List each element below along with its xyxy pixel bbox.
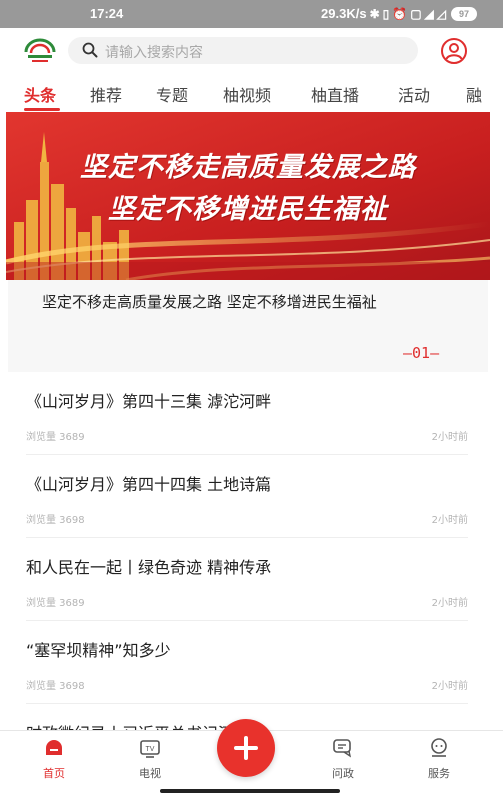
tab-videos[interactable]: 柚视频	[223, 82, 271, 106]
active-tab-indicator	[24, 108, 60, 111]
sim-icon: ▢	[410, 6, 422, 21]
news-views: 浏览量 3698	[26, 515, 85, 526]
tab-recommend[interactable]: 推荐	[90, 82, 122, 106]
news-time: 2小时前	[431, 515, 468, 526]
news-time: 2小时前	[431, 681, 468, 692]
news-item[interactable]: 和人民在一起丨绿色奇迹 精神传承 浏览量 3689 2小时前	[26, 538, 468, 621]
news-title: 《山河岁月》第四十四集 土地诗篇	[26, 475, 272, 494]
nav-tv-label: 电视	[139, 767, 161, 780]
bottom-navigation: 首页 TV 电视 问政 服务	[0, 719, 503, 802]
search-input[interactable]: 请输入搜索内容	[68, 37, 418, 64]
alarm-icon: ⏰	[392, 6, 408, 21]
news-views: 浏览量 3689	[26, 598, 85, 609]
nav-inquiry-label: 问政	[332, 767, 354, 780]
bluetooth-icon: ✱	[369, 6, 380, 21]
banner-caption-box[interactable]: 坚定不移走高质量发展之路 坚定不移增进民生福祉 —01—	[8, 280, 488, 372]
tab-activities[interactable]: 活动	[398, 82, 430, 106]
app-logo-icon[interactable]	[22, 36, 58, 66]
news-title: 和人民在一起丨绿色奇迹 精神传承	[26, 558, 272, 577]
status-time: 17:24	[90, 6, 124, 21]
publish-button[interactable]	[217, 719, 275, 777]
tab-headlines[interactable]: 头条	[24, 82, 56, 106]
news-views: 浏览量 3689	[26, 432, 85, 443]
plus-icon	[234, 736, 258, 760]
user-profile-icon[interactable]	[440, 37, 468, 65]
top-bar: 请输入搜索内容	[0, 28, 503, 72]
nav-home-label: 首页	[43, 767, 65, 780]
battery-icon: 97	[451, 6, 477, 21]
tab-topics[interactable]: 专题	[156, 82, 188, 106]
chat-icon	[333, 739, 352, 758]
vibrate-icon: ▯	[382, 6, 390, 21]
tv-icon: TV	[140, 740, 160, 758]
banner-page-indicator: —01—	[403, 344, 440, 362]
news-time: 2小时前	[431, 598, 468, 609]
status-indicators: 29.3K/s ✱ ▯ ⏰ ▢ ◢ ◿ 97	[321, 6, 477, 21]
tab-live[interactable]: 柚直播	[311, 82, 359, 106]
news-time: 2小时前	[431, 432, 468, 443]
news-item[interactable]: 《山河岁月》第四十四集 土地诗篇 浏览量 3698 2小时前	[26, 455, 468, 538]
nav-tv[interactable]: TV 电视	[120, 737, 180, 781]
banner-carousel[interactable]: 坚定不移走高质量发展之路 坚定不移增进民生福祉	[6, 112, 490, 280]
banner-caption: 坚定不移走高质量发展之路 坚定不移增进民生福祉	[42, 293, 377, 311]
nav-service[interactable]: 服务	[409, 737, 469, 781]
network-speed: 29.3K/s	[321, 6, 367, 21]
news-item[interactable]: 《山河岁月》第四十三集 滹沱河畔 浏览量 3689 2小时前	[26, 372, 468, 455]
news-item[interactable]: “塞罕坝精神”知多少 浏览量 3698 2小时前	[26, 621, 468, 704]
home-indicator	[160, 789, 340, 793]
category-tabs: 头条 推荐 专题 柚视频 柚直播 活动 融	[0, 74, 503, 112]
news-title: “塞罕坝精神”知多少	[26, 641, 171, 660]
search-placeholder: 请输入搜索内容	[105, 45, 203, 61]
search-icon	[82, 42, 98, 58]
tab-media[interactable]: 融	[466, 82, 482, 106]
home-icon	[46, 740, 62, 755]
status-bar: 17:24 29.3K/s ✱ ▯ ⏰ ▢ ◢ ◿ 97	[0, 0, 503, 28]
news-title: 《山河岁月》第四十三集 滹沱河畔	[26, 392, 272, 411]
banner-headline-1: 坚定不移走高质量发展之路	[80, 152, 416, 183]
banner-headline-2: 坚定不移增进民生福祉	[108, 194, 388, 225]
nav-inquiry[interactable]: 问政	[313, 737, 373, 781]
wifi-icon: ◿	[436, 6, 446, 21]
service-icon	[431, 738, 447, 757]
news-views: 浏览量 3698	[26, 681, 85, 692]
nav-home[interactable]: 首页	[24, 737, 84, 781]
svg-text:TV: TV	[146, 746, 155, 753]
nav-service-label: 服务	[428, 767, 450, 780]
signal-5g-icon: ◢	[424, 6, 434, 21]
